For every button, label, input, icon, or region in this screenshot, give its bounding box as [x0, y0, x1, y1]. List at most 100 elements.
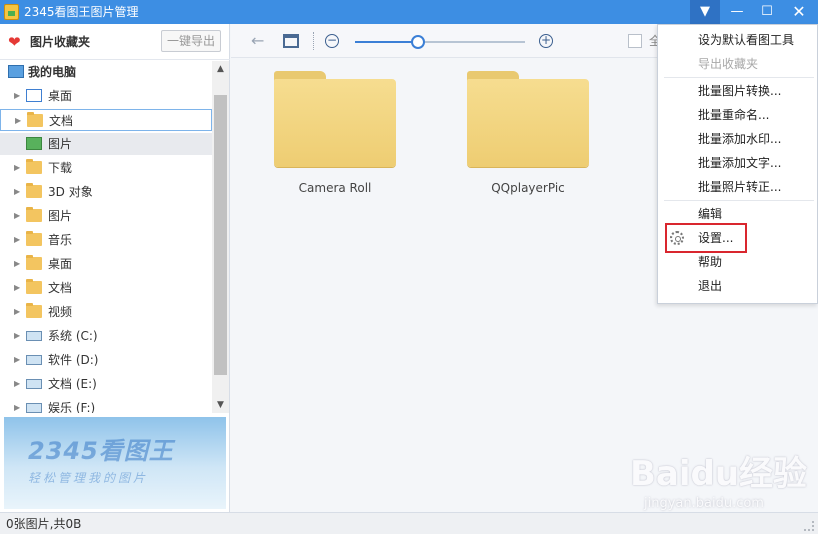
folder-body — [274, 79, 396, 167]
select-all-checkbox[interactable] — [628, 34, 642, 48]
menu-item-label: 帮助 — [698, 255, 723, 269]
scroll-up-icon[interactable]: ▲ — [212, 61, 229, 77]
drive-icon — [26, 355, 42, 365]
menu-item-batch-rename[interactable]: 批量重命名... — [658, 103, 817, 127]
folder-icon — [26, 207, 42, 222]
drive-icon — [26, 331, 42, 341]
expand-arrow-icon[interactable]: ▶ — [14, 253, 20, 275]
scroll-down-icon[interactable]: ▼ — [212, 397, 229, 413]
tree-item-label: 文档 — [49, 114, 74, 128]
tree-item-my-computer[interactable]: 我的电脑 — [0, 61, 212, 83]
tree-item-downloads[interactable]: ▶ 下载 — [0, 157, 212, 179]
folder-icon — [26, 231, 42, 246]
zoom-in-icon[interactable]: + — [539, 34, 553, 48]
menu-item-label: 批量添加文字... — [698, 156, 782, 170]
expand-arrow-icon[interactable]: ▶ — [15, 110, 21, 132]
expand-arrow-icon[interactable]: ▶ — [14, 229, 20, 251]
expand-arrow-icon[interactable]: ▶ — [14, 397, 20, 413]
folder-icon — [26, 303, 42, 318]
folder-icon — [26, 183, 42, 198]
heart-icon: ❤ — [8, 33, 21, 51]
tree-item-label: 下载 — [48, 161, 73, 175]
tree-item-label: 视频 — [48, 305, 73, 319]
baidu-watermark: Baidu经验 jingyan.baidu.com — [630, 440, 810, 520]
menu-item-label: 批量添加水印... — [698, 132, 782, 146]
expand-arrow-icon[interactable]: ▶ — [14, 325, 20, 347]
minimize-button[interactable]: — — [722, 0, 752, 24]
close-button[interactable]: ✕ — [784, 0, 814, 24]
tree-item-label: 图片 — [48, 209, 73, 223]
tree-item-drive-c[interactable]: ▶ 系统 (C:) — [0, 325, 212, 347]
expand-arrow-icon[interactable]: ▶ — [14, 205, 20, 227]
tree-item-pictures[interactable]: 图片 — [0, 133, 212, 155]
promo-banner[interactable]: 2345看图王 轻松管理我的图片 — [4, 417, 226, 509]
tree-item-videos[interactable]: ▶ 视频 — [0, 301, 212, 323]
tree-item-label: 娱乐 (F:) — [48, 401, 96, 413]
main-dropdown-menu: 设为默认看图工具 导出收藏夹 批量图片转换... 批量重命名... 批量添加水印… — [657, 24, 818, 304]
tree-item-drive-d[interactable]: ▶ 软件 (D:) — [0, 349, 212, 371]
watermark-url: jingyan.baidu.com — [644, 496, 764, 511]
menu-item-batch-watermark[interactable]: 批量添加水印... — [658, 127, 817, 151]
expand-arrow-icon[interactable]: ▶ — [14, 277, 20, 299]
folder-icon — [26, 279, 42, 294]
watermark-main: Baidu经验 — [630, 454, 808, 494]
tree-item-desktop-folder[interactable]: ▶ 桌面 — [0, 253, 212, 275]
folder-thumbnail[interactable]: QQplayerPic — [466, 69, 590, 195]
folder-name: Camera Roll — [298, 181, 372, 195]
tree-item-documents-folder[interactable]: ▶ 文档 — [0, 277, 212, 299]
menu-item-label: 退出 — [698, 279, 723, 293]
tree-item-3d-objects[interactable]: ▶ 3D 对象 — [0, 181, 212, 203]
menu-item-help[interactable]: 帮助 — [658, 250, 817, 274]
tree-item-music[interactable]: ▶ 音乐 — [0, 229, 212, 251]
folder-name: QQplayerPic — [491, 181, 565, 195]
menu-item-batch-add-text[interactable]: 批量添加文字... — [658, 151, 817, 175]
computer-icon — [8, 65, 24, 78]
tree-item-drive-e[interactable]: ▶ 文档 (E:) — [0, 373, 212, 395]
tree-item-documents[interactable]: ▶ 文档 — [0, 109, 212, 131]
folder-body — [467, 79, 589, 167]
settings-highlight-box — [665, 223, 747, 253]
title-bar: 2345看图王图片管理 ▼ — ☐ ✕ — [0, 0, 818, 24]
menu-separator — [664, 200, 814, 201]
folder-thumbnail[interactable]: Camera Roll — [273, 69, 397, 195]
zoom-slider-knob[interactable] — [411, 35, 425, 49]
tree-item-label: 桌面 — [48, 257, 73, 271]
expand-arrow-icon[interactable]: ▶ — [14, 85, 20, 107]
zoom-out-icon[interactable]: − — [325, 34, 339, 48]
tree-item-label: 文档 — [48, 281, 73, 295]
expand-arrow-icon[interactable]: ▶ — [14, 301, 20, 323]
tree-item-pictures-folder[interactable]: ▶ 图片 — [0, 205, 212, 227]
expand-arrow-icon[interactable]: ▶ — [14, 181, 20, 203]
left-panel: ❤ 图片收藏夹 一键导出 我的电脑 ▶ 桌面 ▶ 文档 图片 ▶ 下载 ▶ 3D… — [0, 24, 230, 512]
drive-icon — [26, 379, 42, 389]
menu-item-export-favorites: 导出收藏夹 — [658, 52, 817, 76]
folder-icon — [26, 159, 42, 174]
one-click-export-button[interactable]: 一键导出 — [161, 30, 221, 52]
menu-item-batch-rotate[interactable]: 批量照片转正... — [658, 175, 817, 199]
drive-icon — [26, 403, 42, 413]
main-menu-button[interactable]: ▼ — [690, 0, 720, 24]
zoom-slider[interactable] — [355, 41, 525, 43]
expand-arrow-icon[interactable]: ▶ — [14, 373, 20, 395]
expand-arrow-icon[interactable]: ▶ — [14, 349, 20, 371]
back-arrow-icon[interactable]: ← — [251, 32, 264, 50]
menu-item-label: 导出收藏夹 — [698, 57, 759, 71]
menu-item-label: 批量照片转正... — [698, 180, 782, 194]
menu-item-batch-convert[interactable]: 批量图片转换... — [658, 79, 817, 103]
expand-arrow-icon[interactable]: ▶ — [14, 157, 20, 179]
favorites-header[interactable]: ❤ 图片收藏夹 一键导出 — [0, 24, 230, 60]
scrollbar-thumb[interactable] — [214, 95, 227, 375]
menu-item-label: 设为默认看图工具 — [698, 33, 795, 47]
tree-scrollbar[interactable]: ▲ ▼ — [212, 61, 229, 413]
menu-item-exit[interactable]: 退出 — [658, 274, 817, 298]
tree-item-label: 图片 — [48, 137, 73, 151]
tree-item-desktop[interactable]: ▶ 桌面 — [0, 85, 212, 107]
resize-grip-icon[interactable] — [804, 521, 814, 531]
maximize-button[interactable]: ☐ — [752, 0, 782, 24]
menu-item-set-default[interactable]: 设为默认看图工具 — [658, 28, 817, 52]
folder-tree: 我的电脑 ▶ 桌面 ▶ 文档 图片 ▶ 下载 ▶ 3D 对象 ▶ 图片 ▶ 音乐… — [0, 61, 212, 413]
tree-item-drive-f[interactable]: ▶ 娱乐 (F:) — [0, 397, 212, 413]
tree-item-label: 桌面 — [48, 89, 73, 103]
status-text: 0张图片,共0B — [6, 517, 82, 531]
up-folder-icon[interactable] — [283, 34, 299, 48]
